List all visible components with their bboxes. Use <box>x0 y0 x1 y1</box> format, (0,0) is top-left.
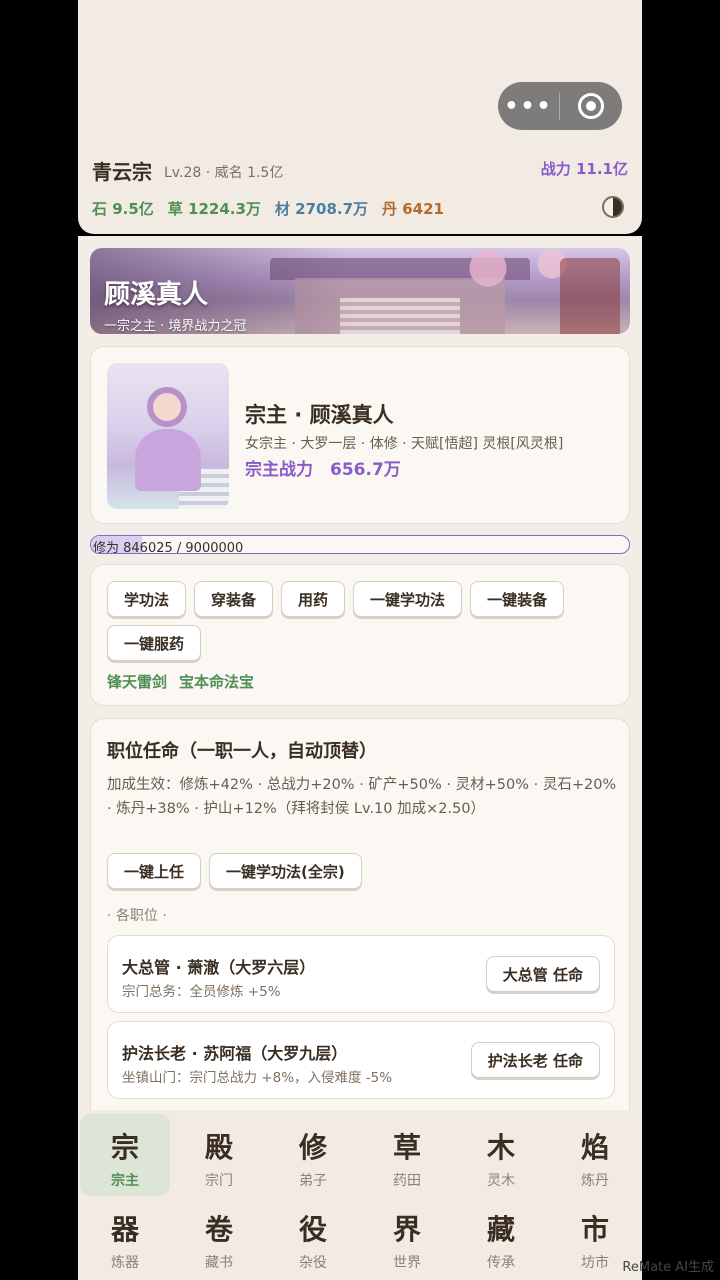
post-desc: 坐镇山门：宗门总战力 +8%，入侵难度 -5% <box>122 1070 393 1086</box>
resource-grass: 草 1224.3万 <box>167 200 261 218</box>
appoint-all-button[interactable]: 一键上任 <box>107 853 202 889</box>
more-dots-icon[interactable]: ••• <box>498 94 559 119</box>
posts-buttons: 一键上任 一键学功法(全宗) <box>107 853 362 889</box>
nav-tab-藏书[interactable]: 卷藏书 <box>172 1196 266 1278</box>
appoint-guardian-button[interactable]: 护法长老 任命 <box>470 1042 600 1078</box>
leader-desc: 女宗主 · 大罗一层 · 体修 · 天赋[悟超] 灵根[风灵根] <box>245 436 564 452</box>
miniprogram-capsule: ••• <box>498 82 622 130</box>
nav-tab-宗主[interactable]: 宗宗主 <box>80 1114 170 1196</box>
banner-title: 顾溪真人 <box>104 280 209 310</box>
cultivation-bar: 修为 846025 / 9000000 <box>90 535 630 554</box>
resource-wood: 材 2708.7万 <box>274 200 369 218</box>
nav-tab-label: 传承 <box>487 1255 515 1271</box>
sect-name: 青云宗 <box>92 160 152 184</box>
equipment-item[interactable]: 锋天雷剑 <box>107 671 167 692</box>
nav-tab-glyph: 草 <box>392 1131 421 1164</box>
auto-equip-button[interactable]: 一键装备 <box>470 581 565 617</box>
nav-tab-label: 杂役 <box>299 1255 327 1271</box>
equipment-item[interactable]: 宝本命法宝 <box>179 671 254 692</box>
nav-tab-glyph: 修 <box>298 1131 327 1164</box>
posts-bonus: 加成生效：修炼+42% · 总战力+20% · 矿产+50% · 灵材+50% … <box>107 777 617 817</box>
equip-button[interactable]: 穿装备 <box>194 581 274 617</box>
resource-bar: 石 9.5亿 草 1224.3万 材 2708.7万 丹 6421 <box>92 198 444 219</box>
post-item: 护法长老 · 苏阿福（大罗九层） 坐镇山门：宗门总战力 +8%，入侵难度 -5%… <box>107 1021 615 1099</box>
nav-tab-杂役[interactable]: 役杂役 <box>266 1196 360 1278</box>
nav-tab-glyph: 市 <box>580 1213 609 1246</box>
main-content: 顾溪真人 一宗之主 · 境界战力之冠 宗主 · 顾溪真人 女宗主 · 大罗一层 … <box>78 236 642 1110</box>
app-root: ••• 青云宗 Lv.28 · 威名 1.5亿 战力 11.1亿 石 9.5亿 … <box>78 0 642 1280</box>
leader-actions: 学功法 穿装备 用药 一键学功法 一键装备 一键服药 锋天雷剑 宝本命法宝 <box>90 564 630 706</box>
close-capsule-button[interactable] <box>560 93 621 119</box>
nav-tab-glyph: 宗 <box>110 1131 139 1164</box>
yin-yang-icon[interactable] <box>602 196 624 218</box>
cultivation-text: 修为 846025 / 9000000 <box>93 541 244 554</box>
nav-tab-glyph: 卷 <box>204 1213 233 1246</box>
nav-tab-glyph: 役 <box>298 1213 327 1246</box>
nav-tab-label: 药田 <box>393 1173 421 1189</box>
leader-power: 宗主战力 656.7万 <box>245 460 401 480</box>
appoint-steward-button[interactable]: 大总管 任命 <box>485 956 600 992</box>
nav-tab-弟子[interactable]: 修弟子 <box>266 1114 360 1196</box>
watermark: ReMate AI生成 <box>622 1260 714 1275</box>
nav-tab-label: 藏书 <box>205 1255 233 1271</box>
nav-tab-炼丹[interactable]: 焰炼丹 <box>548 1114 642 1196</box>
learn-all-sect-button[interactable]: 一键学功法(全宗) <box>209 853 362 889</box>
nav-grid: 宗宗主殿宗门修弟子草药田木灵木焰炼丹器炼器卷藏书役杂役界世界藏传承市坊市 <box>78 1114 642 1278</box>
nav-tab-glyph: 殿 <box>204 1131 233 1164</box>
post-title: 大总管 · 萧澈（大罗六层） <box>122 958 316 977</box>
sect-power: 战力 11.1亿 <box>540 160 628 178</box>
auto-learn-skill-button[interactable]: 一键学功法 <box>353 581 463 617</box>
nav-tab-glyph: 焰 <box>580 1131 609 1164</box>
nav-tab-炼器[interactable]: 器炼器 <box>78 1196 172 1278</box>
nav-tab-label: 弟子 <box>299 1173 327 1189</box>
resource-stone: 石 9.5亿 <box>92 200 154 218</box>
leader-card: 宗主 · 顾溪真人 女宗主 · 大罗一层 · 体修 · 天赋[悟超] 灵根[风灵… <box>90 346 630 524</box>
nav-tab-灵木[interactable]: 木灵木 <box>454 1114 548 1196</box>
post-title: 护法长老 · 苏阿福（大罗九层） <box>122 1044 348 1063</box>
sect-meta: Lv.28 · 威名 1.5亿 <box>164 165 284 181</box>
nav-tab-宗门[interactable]: 殿宗门 <box>172 1114 266 1196</box>
post-appointment-card: 职位任命（一职一人，自动顶替） 加成生效：修炼+42% · 总战力+20% · … <box>90 718 630 1110</box>
nav-tab-label: 世界 <box>393 1255 421 1271</box>
nav-tab-glyph: 界 <box>392 1213 421 1246</box>
nav-tab-药田[interactable]: 草药田 <box>360 1114 454 1196</box>
leader-name: 宗主 · 顾溪真人 <box>245 403 394 427</box>
record-icon <box>577 93 604 119</box>
banner-subtitle: 一宗之主 · 境界战力之冠 <box>104 319 247 334</box>
use-pill-button[interactable]: 用药 <box>281 581 346 617</box>
nav-tab-glyph: 藏 <box>486 1213 515 1246</box>
nav-tab-glyph: 器 <box>110 1213 139 1246</box>
nav-tab-glyph: 木 <box>486 1131 515 1164</box>
nav-tab-label: 宗主 <box>111 1173 139 1189</box>
posts-section-label: · 各职位 · <box>107 908 167 924</box>
sect-header: ••• 青云宗 Lv.28 · 威名 1.5亿 战力 11.1亿 石 9.5亿 … <box>78 0 642 234</box>
bottom-nav: 宗宗主殿宗门修弟子草药田木灵木焰炼丹器炼器卷藏书役杂役界世界藏传承市坊市 <box>78 1110 642 1280</box>
resource-pill: 丹 6421 <box>382 200 444 218</box>
nav-tab-label: 灵木 <box>487 1173 515 1189</box>
nav-tab-传承[interactable]: 藏传承 <box>454 1196 548 1278</box>
nav-tab-世界[interactable]: 界世界 <box>360 1196 454 1278</box>
post-desc: 宗门总务：全员修炼 +5% <box>122 984 281 1000</box>
post-item: 大总管 · 萧澈（大罗六层） 宗门总务：全员修炼 +5% 大总管 任命 <box>107 935 615 1013</box>
nav-tab-label: 炼丹 <box>581 1173 609 1189</box>
nav-tab-label: 宗门 <box>205 1173 233 1189</box>
leader-banner: 顾溪真人 一宗之主 · 境界战力之冠 <box>90 248 630 334</box>
auto-use-pill-button[interactable]: 一键服药 <box>107 625 202 661</box>
nav-tab-label: 炼器 <box>111 1255 139 1271</box>
learn-skill-button[interactable]: 学功法 <box>107 581 187 617</box>
action-buttons: 学功法 穿装备 用药 一键学功法 一键装备 一键服药 <box>107 581 617 661</box>
equipment-list: 锋天雷剑 宝本命法宝 <box>107 671 254 692</box>
posts-title: 职位任命（一职一人，自动顶替） <box>107 741 377 762</box>
leader-avatar <box>107 363 229 509</box>
